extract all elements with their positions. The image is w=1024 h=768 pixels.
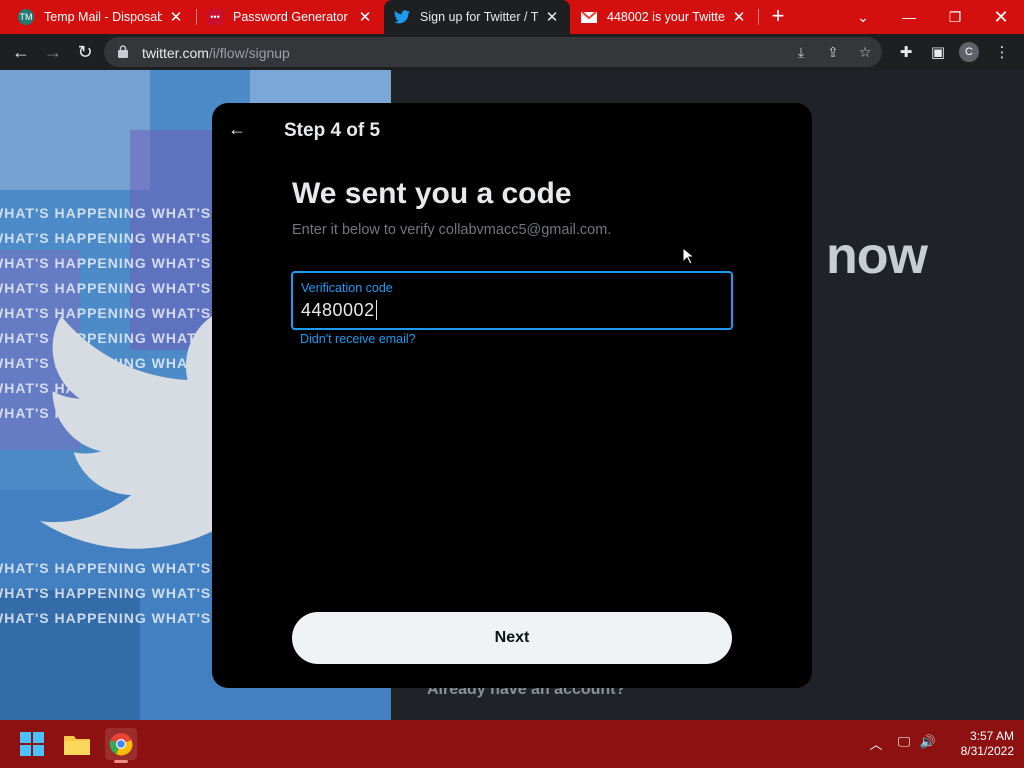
back-arrow-icon[interactable]: ← xyxy=(226,118,248,140)
tab-title: Sign up for Twitter / Twitter xyxy=(420,10,538,24)
extensions-puzzle-icon[interactable]: ✚ xyxy=(895,41,917,63)
signup-dialog: ← Step 4 of 5 We sent you a code Enter i… xyxy=(212,103,812,688)
browser-tab-bar: TM Temp Mail - Disposable ✕ ••• Password… xyxy=(0,0,1024,34)
show-hidden-icons-chevron-icon[interactable]: ︿ xyxy=(866,734,886,753)
tab-title: 448002 is your Twitter verification code xyxy=(607,10,725,24)
tab-title: Temp Mail - Disposable xyxy=(44,10,162,24)
tab-password-generator[interactable]: ••• Password Generator | LastPass ✕ xyxy=(197,0,383,34)
forward-button[interactable]: → xyxy=(40,39,66,65)
tab-search-chevron-icon[interactable]: ⌄ xyxy=(840,0,886,34)
system-clock[interactable]: 3:57 AM 8/31/2022 xyxy=(940,729,1014,759)
tab-temp-mail[interactable]: TM Temp Mail - Disposable ✕ xyxy=(8,0,194,34)
close-window-button[interactable]: ✕ xyxy=(978,0,1024,34)
back-button[interactable]: ← xyxy=(8,39,34,65)
url-path: /i/flow/signup xyxy=(208,45,290,61)
close-icon[interactable]: ✕ xyxy=(731,8,747,26)
lastpass-icon: ••• xyxy=(207,9,223,25)
field-value: 4480002 xyxy=(301,300,375,320)
windows-taskbar: ︿ 🖵 🔊 3:57 AM 8/31/2022 xyxy=(0,720,1024,768)
tab-title: Password Generator | LastPass xyxy=(233,10,351,24)
profile-avatar[interactable]: C xyxy=(959,42,979,62)
tempmail-icon: TM xyxy=(18,9,34,25)
menu-kebab-icon[interactable]: ⋮ xyxy=(991,41,1013,63)
resend-email-link[interactable]: Didn't receive email? xyxy=(300,332,416,346)
mouse-pointer-icon xyxy=(682,247,694,265)
share-icon[interactable]: ⇪ xyxy=(823,42,843,62)
minimize-button[interactable]: — xyxy=(886,0,932,34)
text-caret xyxy=(375,300,377,320)
address-bar[interactable]: twitter.com/i/flow/signup ⤓ ⇪ ☆ xyxy=(104,37,882,67)
tab-sign-up-twitter[interactable]: Sign up for Twitter / Twitter ✕ xyxy=(384,0,570,34)
dialog-subtext: Enter it below to verify collabvmacc5@gm… xyxy=(292,222,612,238)
twitter-icon xyxy=(394,9,410,25)
field-label: Verification code xyxy=(301,281,393,295)
file-explorer-icon[interactable] xyxy=(61,728,93,760)
active-app-indicator xyxy=(114,760,128,763)
verification-code-field[interactable]: Verification code 4480002 xyxy=(291,271,733,330)
verification-code-input[interactable]: 4480002 xyxy=(301,300,377,321)
browser-toolbar: ← → ↻ twitter.com/i/flow/signup ⤓ ⇪ ☆ ✚ … xyxy=(0,34,1024,70)
tab-gmail[interactable]: 448002 is your Twitter verification code… xyxy=(571,0,757,34)
tab-separator xyxy=(758,9,759,25)
hero-headline-word: now xyxy=(826,227,928,285)
clock-date: 8/31/2022 xyxy=(960,744,1014,758)
twitter-signup-page: WHAT'S HAPPENING WHAT'S HAPPENING WHAT'S… xyxy=(0,70,1024,720)
url-host: twitter.com xyxy=(142,45,209,61)
windows-start-icon[interactable] xyxy=(16,728,48,760)
lock-icon[interactable] xyxy=(118,45,128,58)
reload-button[interactable]: ↻ xyxy=(72,39,98,65)
bookmark-star-icon[interactable]: ☆ xyxy=(855,42,875,62)
clock-time: 3:57 AM xyxy=(969,729,1014,743)
close-icon[interactable]: ✕ xyxy=(544,8,560,26)
url-text: twitter.com/i/flow/signup xyxy=(142,45,290,61)
restore-button[interactable]: ❐ xyxy=(932,0,978,34)
new-tab-button[interactable]: + xyxy=(766,5,790,29)
install-app-icon[interactable]: ⤓ xyxy=(791,42,811,62)
close-icon[interactable]: ✕ xyxy=(168,8,184,26)
dialog-heading: We sent you a code xyxy=(292,177,572,210)
network-icon[interactable]: 🖵 xyxy=(894,734,914,750)
chrome-taskbar-icon[interactable] xyxy=(105,728,137,763)
close-icon[interactable]: ✕ xyxy=(357,8,373,26)
next-button[interactable]: Next xyxy=(292,612,732,664)
gmail-icon xyxy=(581,9,597,25)
step-indicator: Step 4 of 5 xyxy=(284,120,381,141)
side-panel-icon[interactable]: ▣ xyxy=(927,41,949,63)
volume-icon[interactable]: 🔊 xyxy=(918,734,938,750)
